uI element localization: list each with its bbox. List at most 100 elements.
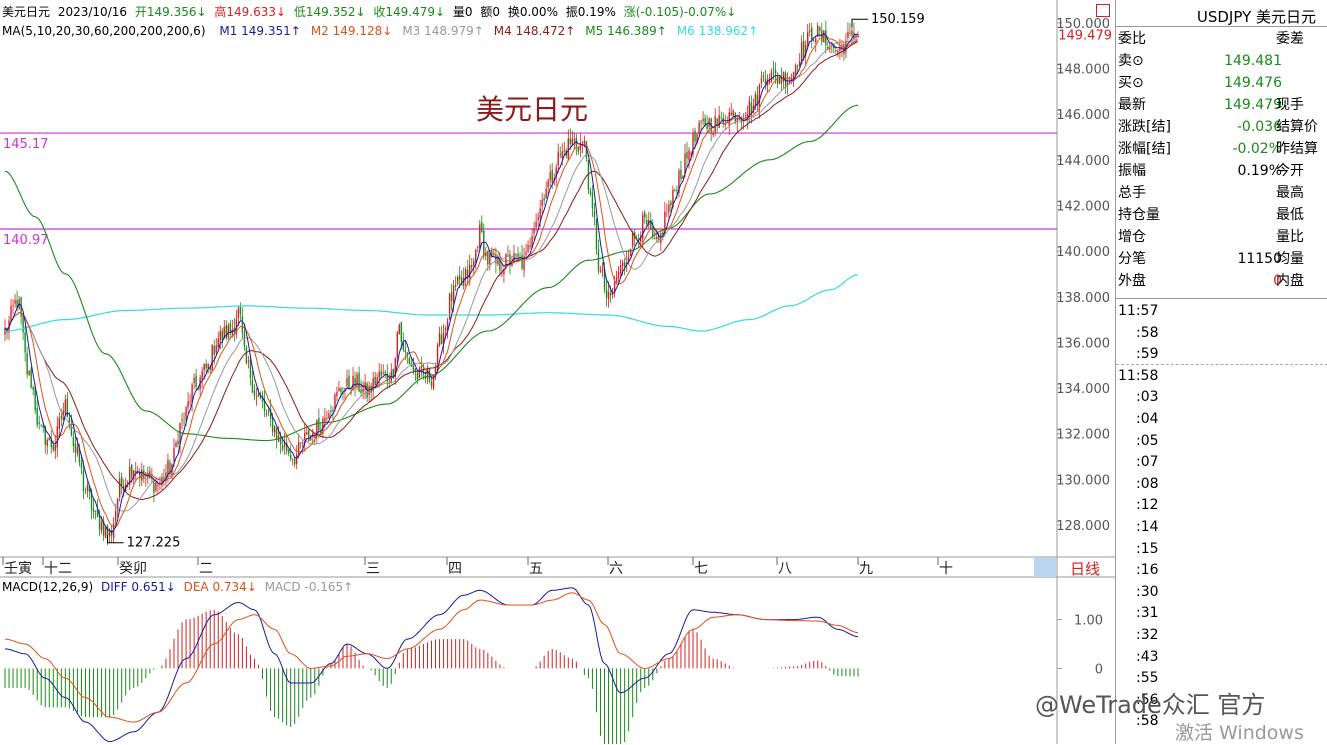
candle-body: [384, 371, 386, 373]
symbol-name: 美元日元: [2, 5, 51, 19]
candle-body: [811, 27, 813, 40]
y-axis-label: 134.000: [1056, 382, 1110, 397]
candle-body: [668, 204, 670, 213]
settings-icon[interactable]: [1096, 4, 1110, 17]
candle-body: [607, 291, 610, 300]
ma200-line: [5, 274, 859, 332]
period-label[interactable]: 日线: [1070, 558, 1100, 579]
candle-body: [265, 413, 268, 414]
candle-body: [330, 410, 332, 412]
candle-body: [257, 394, 260, 397]
candle-body: [396, 332, 399, 358]
candle-body: [271, 417, 274, 432]
candle-body: [527, 245, 529, 253]
high-value: 高149.633↓: [214, 5, 287, 19]
x-axis-label: 三: [366, 561, 380, 577]
candle-body: [615, 277, 618, 282]
candle-body: [778, 77, 781, 84]
candle-body: [306, 432, 308, 435]
candle-body: [839, 46, 841, 52]
candle-body: [215, 345, 217, 353]
candle-body: [155, 482, 157, 491]
candle-body: [702, 118, 704, 122]
candle-body: [275, 428, 278, 440]
candle-body: [563, 150, 565, 152]
candle-body: [398, 324, 401, 335]
candle-body: [483, 230, 485, 257]
candle-body: [348, 375, 350, 390]
quote-row-right-label: 结算价: [1276, 119, 1318, 135]
candle-body: [511, 263, 513, 267]
candle-body: [131, 464, 133, 478]
open-value: 开149.356↓: [134, 5, 207, 19]
quote-row-label: 振幅: [1118, 163, 1146, 179]
candle-body: [12, 305, 14, 307]
candle-body: [408, 357, 411, 365]
candle-body: [577, 147, 580, 152]
candle-body: [537, 217, 539, 221]
change-value: 涨(-0.105)-0.07%↓: [623, 5, 737, 19]
candle-body: [28, 370, 30, 375]
low-value: 低149.352↓: [293, 5, 366, 19]
candle-body: [205, 363, 207, 369]
candle-body: [54, 444, 56, 451]
candle-body: [380, 370, 382, 377]
candle-body: [825, 30, 827, 46]
candle-body: [670, 202, 672, 206]
quote-row-right-label: 昨结算: [1276, 141, 1318, 157]
candle-body: [86, 485, 89, 491]
chart-area[interactable]: 150.000 148.000 146.000 144.000 142.000 140.0…: [0, 0, 1115, 744]
candle-body: [487, 251, 489, 265]
candle-body: [26, 352, 28, 375]
amplitude-value: 振0.19%: [565, 5, 616, 19]
volume-value: 量0: [452, 5, 473, 19]
quote-row-label: 增仓: [1118, 229, 1146, 245]
x-axis-label: 壬寅: [4, 560, 32, 577]
candle-body: [22, 313, 24, 333]
candle-body: [251, 379, 254, 393]
candle-body: [760, 77, 763, 84]
quote-row-label: 涨跌[结]: [1118, 119, 1171, 135]
candle-body: [569, 138, 572, 144]
quote-row: 涨跌[结] -0.036 结算价: [1116, 116, 1327, 138]
candle-body: [300, 442, 302, 444]
candle-body: [372, 378, 374, 392]
quote-row-right-label: 委差: [1276, 31, 1304, 47]
macd-dea: DEA 0.734↓: [183, 580, 257, 594]
candle-body: [477, 247, 479, 248]
candle-body: [404, 349, 407, 353]
ma20-line: [4, 40, 859, 512]
tick-time: :32: [1136, 627, 1159, 643]
quote-panel: USDJPY 美元日元 委比 委差 卖⊙ 149.481 买⊙ 149.476 最新 149.…: [1115, 0, 1327, 744]
candle-body: [153, 480, 155, 493]
y-axis-label: 138.000: [1056, 291, 1110, 306]
x-axis-label: 二: [199, 561, 213, 577]
candle-body: [557, 151, 559, 166]
candle-body: [561, 151, 563, 159]
candle-body: [652, 226, 654, 237]
candle-body: [181, 419, 183, 421]
candle-body: [287, 449, 290, 454]
candle-body: [338, 388, 340, 391]
candle-body: [547, 180, 549, 188]
candle-body: [213, 345, 215, 355]
candle-body: [32, 386, 34, 390]
ma10-line: [4, 35, 859, 528]
candle-body: [599, 270, 602, 273]
candle-body: [686, 152, 688, 159]
y-axis-label: 142.000: [1056, 199, 1110, 214]
tick-time: :03: [1136, 389, 1159, 406]
candle-body: [621, 262, 624, 267]
candle-body: [14, 299, 16, 304]
candle-body: [336, 391, 338, 397]
y-axis-label: 144.000: [1056, 154, 1110, 169]
candle-body: [173, 447, 175, 462]
candle-body: [541, 199, 543, 207]
candle-body: [591, 192, 594, 209]
candle-body: [183, 421, 185, 423]
candle-body: [243, 332, 246, 347]
macd-legend: MACD(12,26,9) DIFF 0.651↓ DEA 0.734↓ MAC…: [2, 580, 357, 595]
candle-body: [334, 394, 336, 409]
x-axis-label: 癸卯: [119, 561, 147, 577]
candle-body: [281, 445, 284, 449]
